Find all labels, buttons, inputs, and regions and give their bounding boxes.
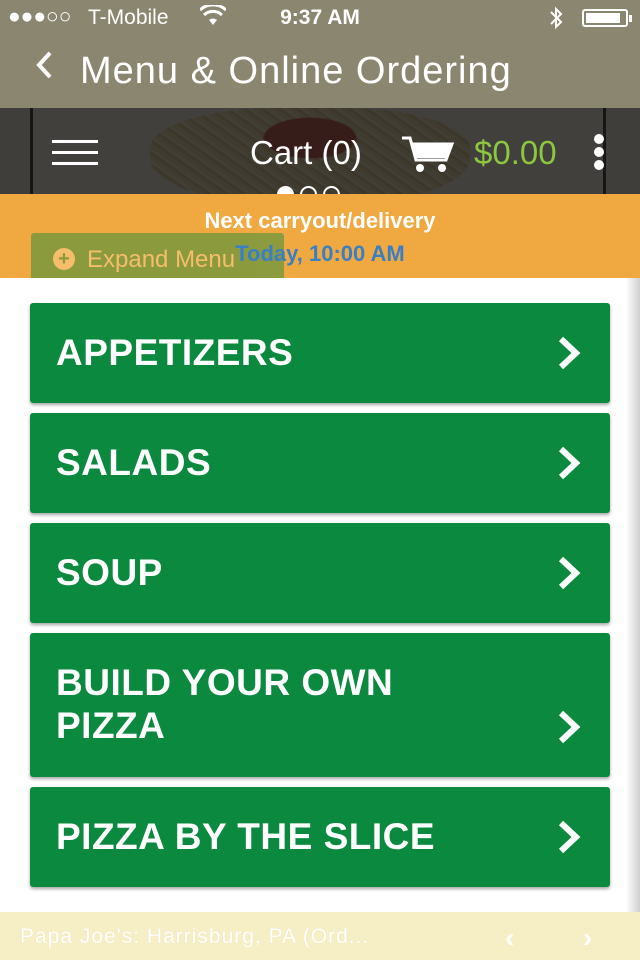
- page-title: Menu & Online Ordering: [80, 50, 512, 92]
- category-label: SOUP: [56, 552, 163, 593]
- category-label: PIZZA BY THE SLICE: [56, 816, 436, 857]
- cart-icon[interactable]: [400, 134, 456, 179]
- category-label: APPETIZERS: [56, 332, 294, 373]
- back-button[interactable]: [34, 48, 54, 92]
- status-bar: ●●●○○ T-Mobile 9:37 AM: [0, 0, 640, 36]
- next-carryout-label: Next carryout/delivery: [204, 208, 436, 233]
- battery-icon: [582, 9, 632, 27]
- navigation-bar: Menu & Online Ordering: [0, 36, 640, 108]
- hamburger-menu-icon[interactable]: [52, 140, 98, 165]
- category-soup[interactable]: SOUP: [30, 523, 610, 623]
- category-build-your-own-pizza[interactable]: BUILD YOUR OWN PIZZA: [30, 633, 610, 777]
- location-name[interactable]: Papa Joe's: Harrisburg, PA (Ord...: [20, 925, 369, 949]
- category-pizza-by-the-slice[interactable]: PIZZA BY THE SLICE: [30, 787, 610, 887]
- category-salads[interactable]: SALADS: [30, 413, 610, 513]
- category-label-line2: PIZZA: [56, 705, 166, 746]
- menu-list: APPETIZERS SALADS SOUP BUILD YOUR OWN PI…: [0, 278, 640, 912]
- cart-toolbar: Cart (0) $0.00: [0, 108, 640, 194]
- category-appetizers[interactable]: APPETIZERS: [30, 303, 610, 403]
- clock: 9:37 AM: [280, 6, 360, 29]
- next-carryout-time[interactable]: Today, 10:00 AM: [0, 241, 640, 267]
- chevron-right-icon: [558, 556, 581, 590]
- category-label: BUILD YOUR OWN: [56, 662, 394, 703]
- cart-total[interactable]: $0.00: [474, 134, 557, 172]
- location-footer: Papa Joe's: Harrisburg, PA (Ord... ‹ ›: [0, 912, 640, 960]
- chevron-right-icon: [558, 446, 581, 480]
- chevron-right-icon: [558, 336, 581, 370]
- previous-location-icon[interactable]: ‹: [505, 922, 514, 954]
- chevron-right-icon: [558, 710, 581, 744]
- next-location-icon[interactable]: ›: [583, 922, 592, 954]
- cart-label[interactable]: Cart (0): [250, 134, 362, 172]
- category-label: SALADS: [56, 442, 212, 483]
- bluetooth-icon: [548, 5, 564, 37]
- more-options-icon[interactable]: [594, 134, 606, 173]
- scroll-shadow: [626, 278, 640, 912]
- chevron-right-icon: [558, 820, 581, 854]
